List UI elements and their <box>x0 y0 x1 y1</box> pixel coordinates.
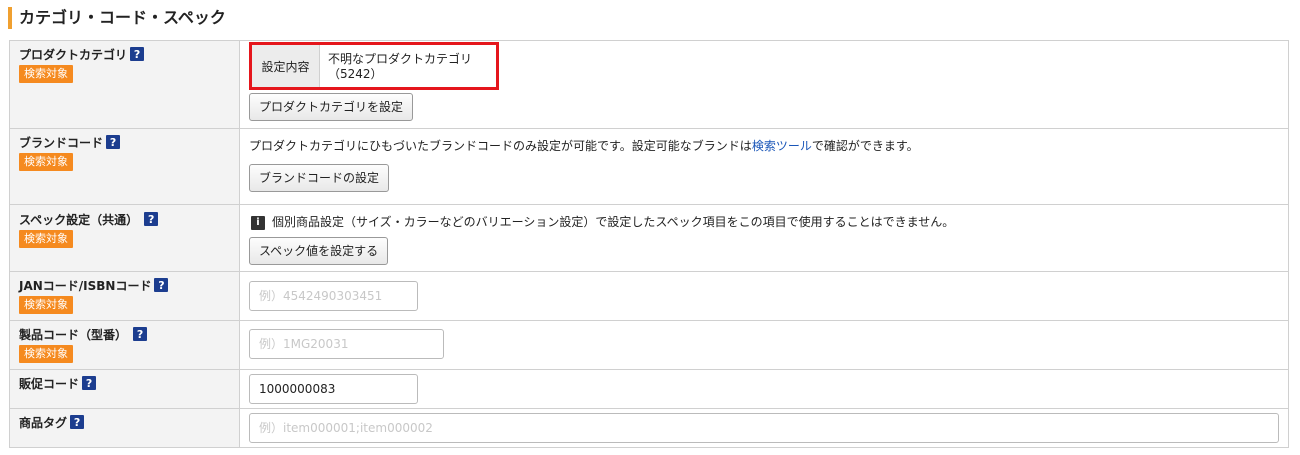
setting-value: 不明なプロダクトカテゴリ （5242） <box>320 45 496 87</box>
spec-info: i 個別商品設定（サイズ・カラーなどのバリエーション設定）で設定したスペック項目を… <box>249 213 1280 231</box>
label-cell: JANコード/ISBNコード ? 検索対象 <box>9 271 240 321</box>
help-icon[interactable]: ? <box>70 415 85 429</box>
search-target-badge: 検索対象 <box>19 345 73 363</box>
label-cell: プロダクトカテゴリ ? 検索対象 <box>9 40 240 129</box>
help-icon[interactable]: ? <box>82 376 97 390</box>
promo-code-input[interactable] <box>249 374 418 404</box>
help-icon[interactable]: ? <box>133 327 148 341</box>
info-icon: i <box>251 215 265 230</box>
set-brand-code-button[interactable]: ブランドコードの設定 <box>249 164 390 192</box>
value-cell: 設定内容 不明なプロダクトカテゴリ （5242） プロダクトカテゴリを設定 <box>239 40 1289 129</box>
product-category-label: プロダクトカテゴリ <box>19 47 128 62</box>
promo-code-label: 販促コード <box>19 376 80 391</box>
value-cell: プロダクトカテゴリにひもづいたブランドコードのみ設定が可能です。設定可能なブラン… <box>239 128 1289 205</box>
brand-code-label: ブランドコード <box>19 135 104 150</box>
help-icon[interactable]: ? <box>106 135 121 149</box>
row-spec: スペック設定（共通） ? 検索対象 i 個別商品設定（サイズ・カラーなどのバリエー… <box>9 204 1289 272</box>
setting-key: 設定内容 <box>252 45 320 87</box>
model-code-input[interactable] <box>249 329 444 359</box>
row-product-tags: 商品タグ ? <box>9 408 1289 448</box>
help-icon[interactable]: ? <box>130 47 145 61</box>
help-icon[interactable]: ? <box>144 212 159 226</box>
value-cell <box>239 271 1289 321</box>
jan-code-input[interactable] <box>249 281 418 311</box>
spec-info-text: 個別商品設定（サイズ・カラーなどのバリエーション設定）で設定したスペック項目をこ… <box>272 215 955 229</box>
search-target-badge: 検索対象 <box>19 153 73 171</box>
model-code-label: 製品コード（型番） <box>19 327 128 342</box>
section-title: カテゴリ・コード・スペック <box>8 7 226 29</box>
row-product-category: プロダクトカテゴリ ? 検索対象 設定内容 不明なプロダクトカテゴリ （5242… <box>9 40 1289 129</box>
set-product-category-button[interactable]: プロダクトカテゴリを設定 <box>249 93 414 121</box>
search-tool-link[interactable]: 検索ツール <box>752 139 812 153</box>
label-cell: スペック設定（共通） ? 検索対象 <box>9 204 240 272</box>
row-model-code: 製品コード（型番） ? 検索対象 <box>9 320 1289 370</box>
search-target-badge: 検索対象 <box>19 230 73 248</box>
jan-code-label: JANコード/ISBNコード <box>19 278 152 293</box>
spec-form-table: プロダクトカテゴリ ? 検索対象 設定内容 不明なプロダクトカテゴリ （5242… <box>9 40 1289 448</box>
search-target-badge: 検索対象 <box>19 65 73 83</box>
search-target-badge: 検索対象 <box>19 296 73 314</box>
brand-code-description: プロダクトカテゴリにひもづいたブランドコードのみ設定が可能です。設定可能なブラン… <box>249 137 1280 155</box>
setting-value-line1: 不明なプロダクトカテゴリ <box>328 52 473 66</box>
spec-label: スペック設定（共通） <box>19 212 139 227</box>
desc-text: で確認ができます。 <box>811 139 919 153</box>
label-cell: ブランドコード ? 検索対象 <box>9 128 240 205</box>
row-promo-code: 販促コード ? <box>9 369 1289 409</box>
value-cell <box>239 320 1289 370</box>
product-category-setting: 設定内容 不明なプロダクトカテゴリ （5242） <box>249 42 499 90</box>
row-jan-code: JANコード/ISBNコード ? 検索対象 <box>9 271 1289 321</box>
value-cell: i 個別商品設定（サイズ・カラーなどのバリエーション設定）で設定したスペック項目を… <box>239 204 1289 272</box>
product-tags-input[interactable] <box>249 413 1279 443</box>
desc-text: プロダクトカテゴリにひもづいたブランドコードのみ設定が可能です。設定可能なブラン… <box>249 139 752 153</box>
row-brand-code: ブランドコード ? 検索対象 プロダクトカテゴリにひもづいたブランドコードのみ設… <box>9 128 1289 205</box>
label-cell: 販促コード ? <box>9 369 240 409</box>
setting-value-line2: （5242） <box>328 67 383 81</box>
set-spec-button[interactable]: スペック値を設定する <box>249 237 389 265</box>
help-icon[interactable]: ? <box>154 278 169 292</box>
label-cell: 商品タグ ? <box>9 408 240 448</box>
value-cell <box>239 408 1289 448</box>
label-cell: 製品コード（型番） ? 検索対象 <box>9 320 240 370</box>
value-cell <box>239 369 1289 409</box>
product-tags-label: 商品タグ <box>19 415 68 430</box>
